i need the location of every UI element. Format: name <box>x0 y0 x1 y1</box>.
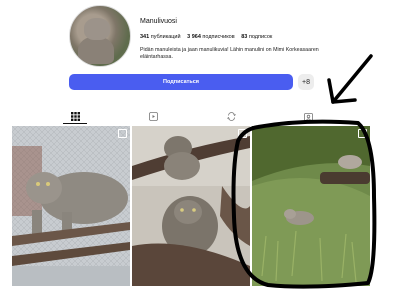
profile-stats: 341 публикаций 3 964 подписчиков 83 подп… <box>140 34 277 40</box>
tab-reels[interactable] <box>143 108 163 124</box>
profile-username: Manulivuosi <box>140 18 177 25</box>
post-photo <box>12 126 130 286</box>
stat-following[interactable]: 83 подписок <box>241 34 272 40</box>
profile-bio: Pidän manuleista ja jaan manulikuvia! Lä… <box>140 47 319 60</box>
avatar-cat-head <box>84 18 110 40</box>
annotation-arrow <box>327 54 373 104</box>
carousel-icon <box>118 129 127 138</box>
stat-posts[interactable]: 341 публикаций <box>140 34 181 40</box>
stat-followers[interactable]: 3 964 подписчиков <box>187 34 235 40</box>
add-user-button[interactable]: +8 <box>298 74 314 90</box>
annotation-circle <box>231 119 377 289</box>
profile-avatar[interactable] <box>69 5 131 67</box>
follow-button[interactable]: Подписаться <box>69 74 293 90</box>
tab-posts[interactable] <box>65 108 85 124</box>
grid-icon <box>70 111 80 121</box>
add-user-icon: +8 <box>302 78 310 86</box>
avatar-cat-body <box>78 36 114 64</box>
active-tab-indicator <box>63 123 87 124</box>
reels-icon <box>148 111 158 121</box>
post-manul-on-branch[interactable] <box>12 126 130 286</box>
